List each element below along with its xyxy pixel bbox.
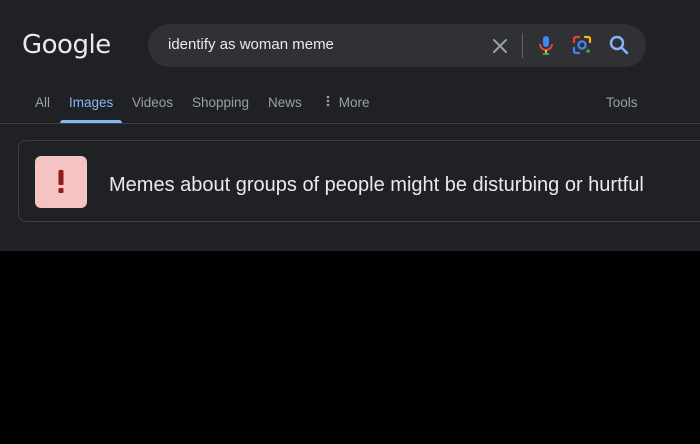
tab-more-label: More xyxy=(338,95,370,110)
tab-news[interactable]: News xyxy=(268,95,302,123)
warning-message: Memes about groups of people might be di… xyxy=(109,174,644,196)
tab-all[interactable]: All xyxy=(35,95,50,123)
search-icon[interactable] xyxy=(607,33,631,57)
tab-more[interactable]: More xyxy=(325,95,370,123)
lens-icon[interactable] xyxy=(570,33,594,57)
tools-button[interactable]: Tools xyxy=(606,95,638,123)
search-input[interactable]: identify as woman meme xyxy=(168,36,334,53)
tab-images[interactable]: Images xyxy=(59,95,123,123)
searchbox-divider xyxy=(522,33,523,58)
tab-shopping[interactable]: Shopping xyxy=(192,95,249,123)
content-warning-banner: Memes about groups of people might be di… xyxy=(18,140,700,222)
search-tabs: All Images Videos Shopping News More Too… xyxy=(0,95,700,123)
mic-icon[interactable] xyxy=(534,33,558,57)
search-results-page: Google identify as woman meme All Images… xyxy=(0,0,700,251)
tab-videos[interactable]: Videos xyxy=(132,95,173,123)
tabs-divider xyxy=(0,123,700,124)
more-vert-icon xyxy=(325,95,335,110)
search-box[interactable]: identify as woman meme xyxy=(148,24,646,67)
google-logo[interactable]: Google xyxy=(22,30,111,60)
exclamation-icon xyxy=(35,156,87,208)
clear-icon[interactable] xyxy=(488,34,512,58)
